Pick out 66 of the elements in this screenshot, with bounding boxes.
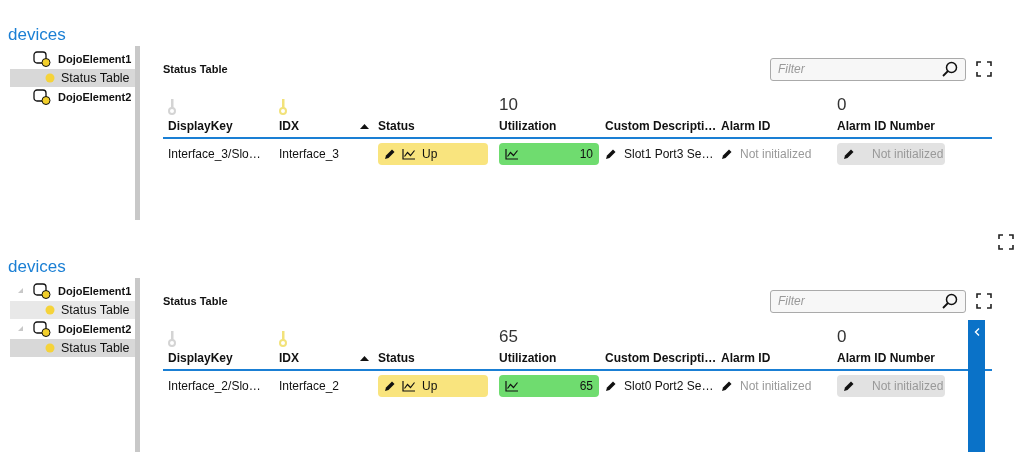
status-dot-icon [45, 73, 55, 83]
summary-value: 10 [499, 95, 518, 115]
search-icon [942, 292, 958, 309]
column-header[interactable]: Alarm ID Number [837, 351, 936, 365]
tree-item[interactable]: DojoElement2 [8, 88, 135, 106]
chart-icon [402, 380, 416, 392]
summary-value: 0 [837, 95, 847, 115]
tree-item[interactable]: DojoElement1 [8, 50, 135, 68]
table-title: Status Table [163, 295, 229, 307]
status-badge: Up [378, 143, 488, 165]
table-cell: Interface_2/Slo… [168, 379, 261, 393]
device-icon [33, 89, 51, 105]
device-icon [33, 321, 51, 337]
column-header[interactable]: Utilization [499, 119, 557, 133]
column-header[interactable]: Status [378, 351, 415, 365]
column-header[interactable]: Custom Descripti… [605, 351, 717, 365]
status-dot-icon [45, 305, 55, 315]
column-header[interactable]: DisplayKey [168, 119, 233, 133]
pencil-icon [605, 148, 617, 160]
table-title: Status Table [163, 63, 229, 75]
panel-title: devices [8, 24, 67, 46]
pencil-icon [605, 380, 617, 392]
summary-value: 65 [499, 327, 518, 347]
device-icon [33, 283, 51, 299]
editable-cell[interactable]: Slot1 Port3 Se… [605, 147, 714, 161]
table-cell: Interface_3/Slo… [168, 147, 261, 161]
pencil-icon [384, 148, 396, 160]
filter-field[interactable]: Filter [770, 57, 966, 81]
column-header[interactable]: Alarm ID [721, 119, 771, 133]
column-header[interactable]: Custom Descripti… [605, 119, 717, 133]
search-icon [942, 60, 958, 77]
pencil-icon [843, 148, 855, 160]
column-header[interactable]: IDX [279, 351, 299, 365]
tree-item[interactable]: Status Table [10, 69, 135, 87]
column-header[interactable]: Alarm ID Number [837, 119, 936, 133]
filter-field[interactable]: Filter [770, 289, 966, 313]
status-dot-icon [45, 343, 55, 353]
pencil-icon [843, 380, 855, 392]
pencil-icon [384, 380, 396, 392]
editable-cell[interactable]: Slot0 Port2 Se… [605, 379, 714, 393]
utilization-bar: 65 [499, 375, 599, 397]
tree-item[interactable]: Status Table [10, 301, 135, 319]
tree-item[interactable]: DojoElement1 [8, 282, 135, 300]
chart-icon [402, 148, 416, 160]
fullscreen-icon[interactable] [976, 61, 992, 77]
column-header[interactable]: Alarm ID [721, 351, 771, 365]
fullscreen-icon[interactable] [976, 293, 992, 309]
pencil-icon [721, 380, 733, 392]
panel-title: devices [8, 256, 67, 278]
utilization-bar: 10 [499, 143, 599, 165]
table-cell: Interface_2 [279, 379, 340, 393]
status-badge: Up [378, 375, 488, 397]
device-icon [33, 51, 51, 67]
column-header[interactable]: Status [378, 119, 415, 133]
column-header[interactable]: IDX [279, 119, 299, 133]
fullscreen-icon[interactable] [998, 234, 1014, 250]
column-header[interactable]: DisplayKey [168, 351, 233, 365]
pencil-icon [721, 148, 733, 160]
summary-value: 0 [837, 327, 847, 347]
tree-item[interactable]: DojoElement2 [8, 320, 135, 338]
chart-icon [505, 380, 519, 392]
chart-icon [505, 148, 519, 160]
table-cell: Interface_3 [279, 147, 340, 161]
tree-item[interactable]: Status Table [10, 339, 135, 357]
chevron-left-icon [973, 328, 980, 336]
column-header[interactable]: Utilization [499, 351, 557, 365]
